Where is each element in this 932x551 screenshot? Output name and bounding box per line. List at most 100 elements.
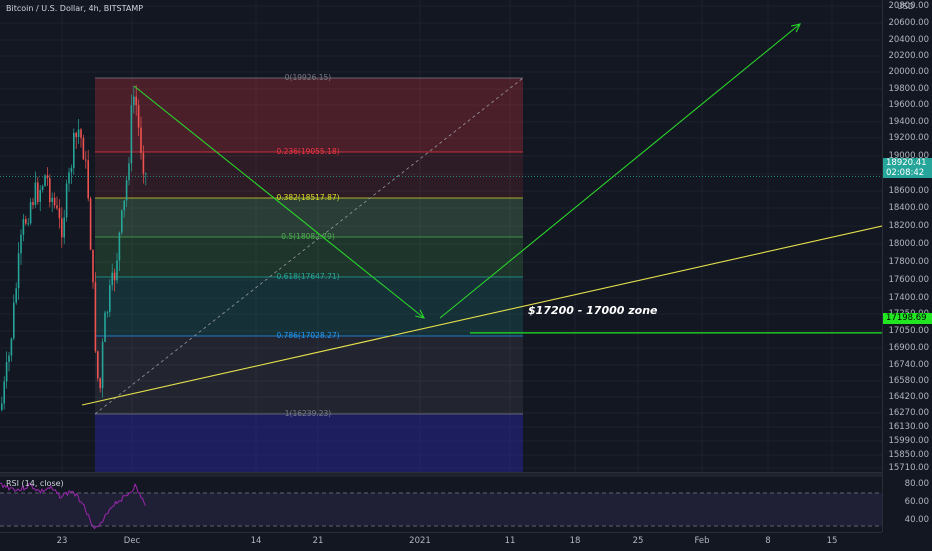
price-tick: 17600.00	[888, 275, 929, 285]
candle-body	[125, 180, 128, 201]
candle-body	[22, 219, 25, 235]
candle-body	[37, 182, 39, 203]
price-tick: 17400.00	[888, 293, 929, 303]
candle-body	[75, 132, 77, 138]
zone-price-badge: 17198.69	[883, 313, 932, 324]
candle-body	[5, 361, 8, 382]
candle-body	[46, 175, 49, 179]
time-tick: Feb	[694, 536, 710, 546]
candle-body	[80, 129, 82, 138]
price-tick: 19600.00	[888, 100, 929, 110]
candle-body	[65, 183, 68, 218]
rsi-label: RSI (14, close)	[6, 479, 64, 488]
candle-body	[121, 210, 123, 233]
chart-canvas[interactable]: 0(19926.15) 0.236(19055.18) 0.382(18517.87…	[0, 0, 882, 472]
time-tick: 25	[632, 536, 644, 546]
candle-body	[123, 200, 125, 211]
time-axis[interactable]: 23 Dec 14 21 2021 11 18 25 Feb 8 15	[0, 532, 882, 551]
price-tick: 15710.00	[888, 463, 929, 473]
fib-band	[95, 277, 523, 336]
candle-body	[128, 163, 130, 181]
candle-body	[32, 202, 34, 205]
candle-body	[140, 127, 142, 154]
candle-body	[3, 381, 5, 404]
candle-body	[101, 341, 104, 389]
time-tick: 15	[826, 536, 838, 546]
candle-body	[113, 272, 116, 281]
candle-body	[111, 272, 113, 286]
symbol-title: Bitcoin / U.S. Dollar, 4h, BITSTAMP	[6, 4, 144, 13]
fib-band	[95, 237, 523, 277]
candle-body	[61, 218, 63, 238]
candle-body	[94, 282, 97, 352]
price-tick: 17050.00	[888, 326, 929, 336]
rsi-tick: 80.00	[904, 479, 929, 489]
candle-body	[1, 403, 3, 410]
candle-body	[137, 105, 140, 128]
zone-price: 17198.69	[886, 313, 927, 323]
candle-body	[53, 197, 56, 206]
candle-body	[135, 96, 137, 106]
candle-body	[10, 338, 13, 356]
price-tick: 19400.00	[888, 117, 929, 127]
candle-body	[29, 202, 32, 224]
price-tick: 20800.00	[888, 1, 929, 11]
price-tick: 19800.00	[888, 84, 929, 94]
candle-body	[145, 173, 147, 175]
candle-body	[15, 288, 17, 303]
fib-level-label: 0.382(18517.87)	[276, 193, 339, 202]
price-tick: 16270.00	[888, 408, 929, 418]
price-tick: 15850.00	[888, 450, 929, 460]
candle-body	[109, 285, 111, 312]
price-tick: 20600.00	[888, 18, 929, 28]
price-tick: 19200.00	[888, 133, 929, 143]
current-price: 18920.41	[886, 158, 927, 168]
current-price-badge: 18920.41 02:08:42	[883, 158, 932, 178]
fib-level-label: 1(16239.23)	[285, 409, 331, 418]
zone-annotation[interactable]: $17200 - 17000 zone	[528, 304, 658, 317]
candle-body	[17, 253, 20, 289]
candle-body	[104, 312, 106, 342]
candle-body	[99, 378, 101, 389]
price-axis[interactable]: USD 20800.00 20600.00 20400.00 20200.00 2000…	[882, 0, 932, 532]
price-tick: 20400.00	[888, 35, 929, 45]
price-tick: 15990.00	[888, 436, 929, 446]
price-chart-pane[interactable]: 0(19926.15) 0.236(19055.18) 0.382(18517.87…	[0, 0, 882, 472]
price-tick: 16900.00	[888, 343, 929, 353]
rsi-pane[interactable]: RSI (14, close)	[0, 476, 882, 532]
fib-band	[95, 152, 523, 198]
candle-body	[89, 198, 92, 250]
candle-body	[25, 219, 27, 224]
price-tick: 16580.00	[888, 376, 929, 386]
time-tick: 2021	[409, 536, 431, 546]
rsi-canvas[interactable]	[0, 476, 882, 532]
candle-body	[142, 153, 145, 174]
candle-body	[41, 186, 44, 190]
candle-body	[56, 205, 58, 209]
candle-body	[106, 311, 109, 313]
price-tick: 18000.00	[888, 239, 929, 249]
rsi-tick: 60.00	[904, 497, 929, 507]
price-tick: 20000.00	[888, 67, 929, 77]
candle-body	[77, 129, 80, 138]
candle-body	[8, 355, 10, 362]
candle-body	[58, 208, 61, 219]
time-tick: 21	[312, 536, 324, 546]
candle-body	[87, 160, 89, 199]
time-tick: 8	[765, 536, 771, 546]
candle-body	[39, 189, 41, 203]
rsi-band	[0, 493, 882, 526]
candle-body	[70, 167, 73, 173]
candle-body	[20, 234, 22, 254]
fib-band	[95, 336, 523, 414]
candle-body	[13, 302, 15, 339]
fib-extension-band	[95, 414, 523, 472]
candle-body	[51, 197, 53, 203]
fib-level-label: 0.786(17028.27)	[276, 331, 339, 340]
bar-countdown: 02:08:42	[886, 168, 925, 178]
price-tick: 16420.00	[888, 392, 929, 402]
candle-body	[133, 96, 135, 106]
candle-body	[49, 178, 51, 203]
time-tick: 11	[504, 536, 516, 546]
fib-level-label: 0.236(19055.18)	[276, 147, 339, 156]
